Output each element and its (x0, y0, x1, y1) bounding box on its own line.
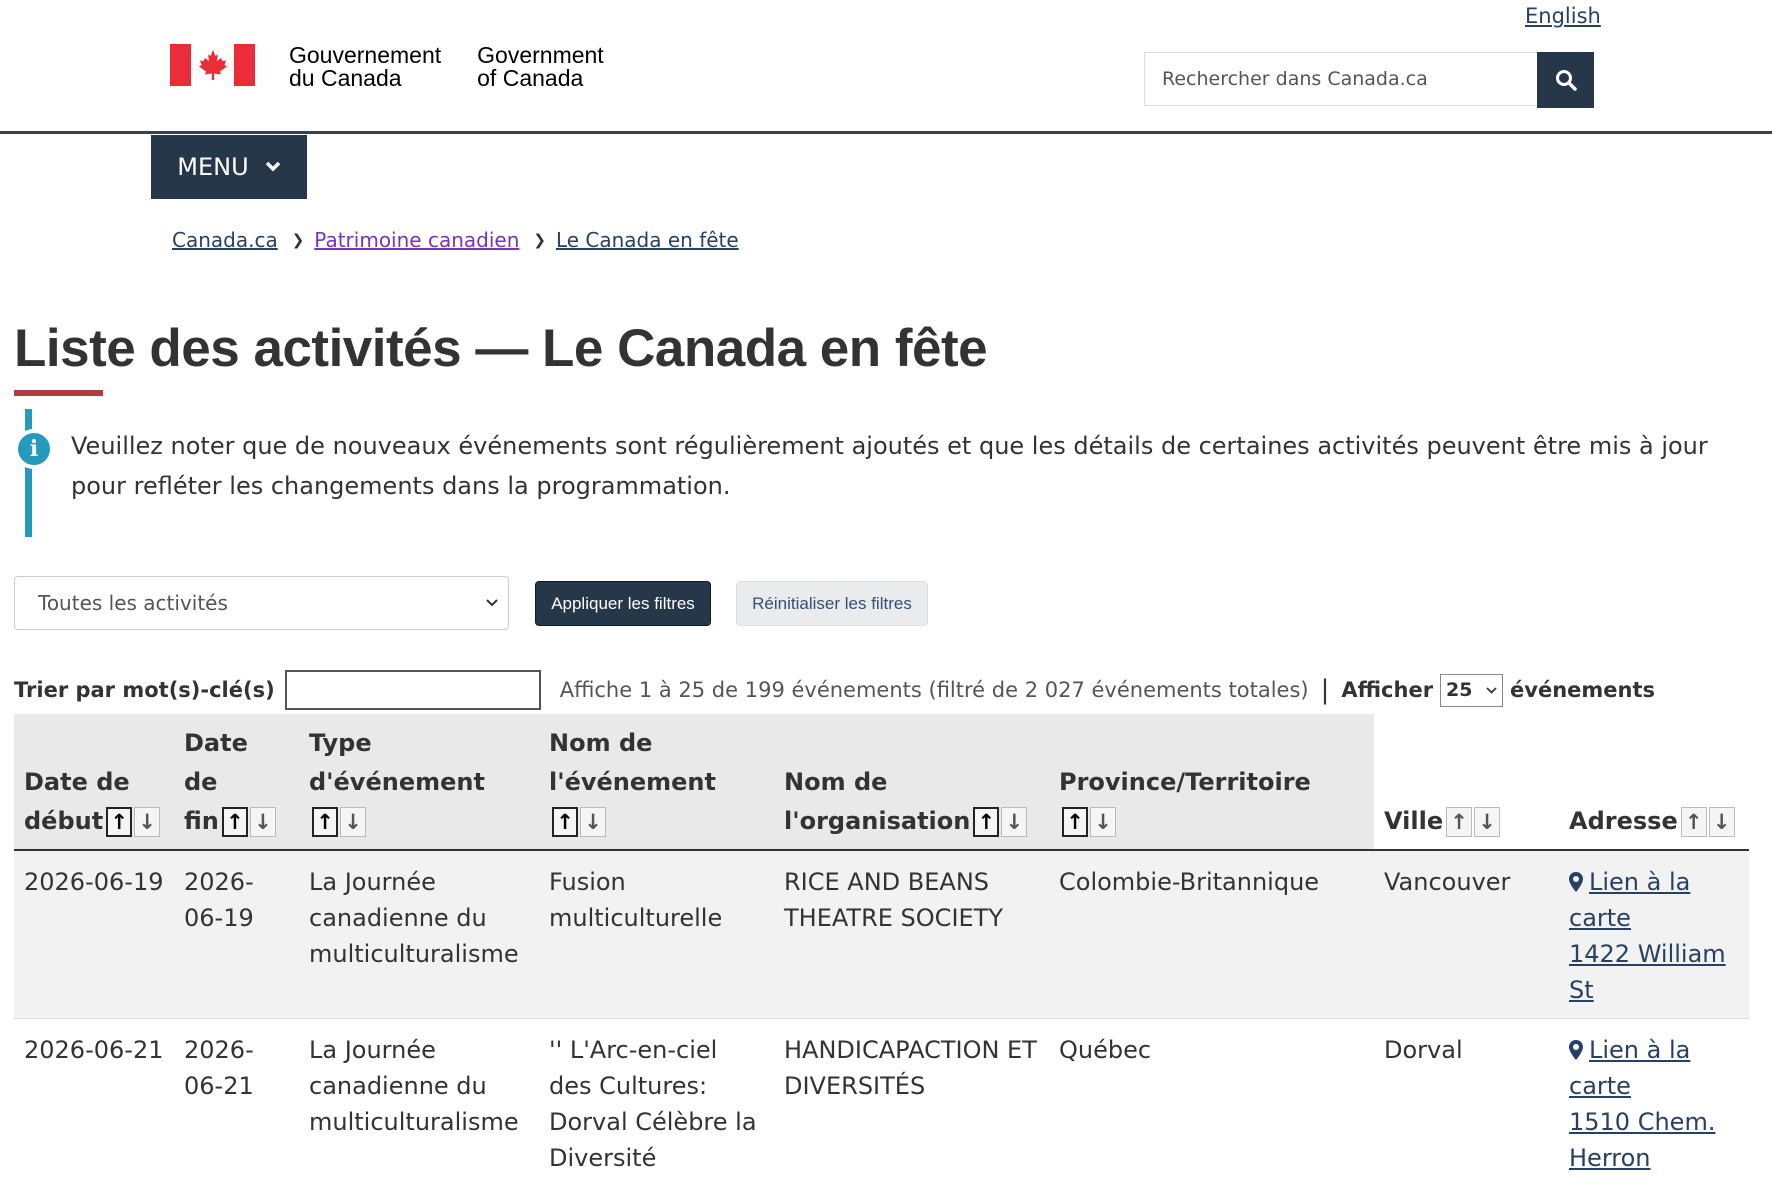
cell-start-date: 2026-06-19 (14, 850, 174, 1019)
sort-descending-icon[interactable]: ↓ (1709, 807, 1735, 837)
table-row: 2026-06-19 2026-06-19 La Journée canadie… (14, 850, 1749, 1019)
sort-controls: ↑↓ (312, 807, 366, 837)
cell-event-name: '' L'Arc-en-ciel des Cultures: Dorval Cé… (539, 1019, 774, 1186)
sort-descending-icon[interactable]: ↓ (250, 807, 276, 837)
breadcrumb-link-canada-day[interactable]: Le Canada en fête (556, 228, 739, 252)
sort-ascending-icon[interactable]: ↑ (973, 807, 999, 837)
title-underline (14, 390, 103, 396)
sort-controls: ↑↓ (222, 807, 276, 837)
sort-controls: ↑↓ (973, 807, 1027, 837)
language-toggle-link[interactable]: English (1525, 4, 1601, 28)
address-text: 1422 William St (1569, 936, 1739, 1008)
column-header-city[interactable]: Ville↑↓ (1374, 714, 1559, 850)
table-row: 2026-06-21 2026-06-21 La Journée canadie… (14, 1019, 1749, 1186)
column-header-province[interactable]: Province/Territoire↑↓ (1049, 714, 1374, 850)
sort-descending-icon[interactable]: ↓ (580, 807, 606, 837)
menu-button[interactable]: MENU (151, 135, 307, 199)
cell-organization: HANDICAPACTION ET DIVERSITÉS (774, 1019, 1049, 1186)
brand-name-english: Government of Canada (477, 44, 604, 90)
sort-ascending-icon[interactable]: ↑ (552, 807, 578, 837)
table-info: Affiche 1 à 25 de 199 événements (filtré… (560, 678, 1309, 702)
keyword-label: Trier par mot(s)-clé(s) (14, 678, 275, 702)
cell-end-date: 2026-06-19 (174, 850, 299, 1019)
map-link[interactable]: Lien à la carte 1422 William St (1569, 868, 1739, 1008)
activity-type-select[interactable]: Toutes les activités (14, 576, 509, 630)
canada-flag-icon (170, 44, 255, 86)
keyword-input[interactable] (285, 670, 541, 710)
sort-descending-icon[interactable]: ↓ (1090, 807, 1116, 837)
sort-controls: ↑↓ (106, 807, 160, 837)
cell-city: Vancouver (1374, 850, 1559, 1019)
sort-controls: ↑↓ (1446, 807, 1500, 837)
cell-event-type: La Journée canadienne du multiculturalis… (299, 850, 539, 1019)
column-header-start-date[interactable]: Date de début↑↓ (14, 714, 174, 850)
search-input[interactable] (1144, 52, 1537, 106)
sort-controls: ↑↓ (552, 807, 606, 837)
column-header-address[interactable]: Adresse↑↓ (1559, 714, 1749, 850)
map-marker-icon (1569, 1040, 1583, 1060)
sort-ascending-icon[interactable]: ↑ (312, 807, 338, 837)
separator: | (1321, 675, 1330, 705)
chevron-right-icon: ❯ (292, 231, 305, 249)
map-marker-icon (1569, 872, 1583, 892)
chevron-down-icon (486, 599, 498, 607)
cell-event-type: La Journée canadienne du multiculturalis… (299, 1019, 539, 1186)
events-table: Date de début↑↓ Date de fin↑↓ Type d'évé… (14, 714, 1749, 1186)
chevron-right-icon: ❯ (533, 231, 546, 249)
cell-address: Lien à la carte 1422 William St (1559, 850, 1749, 1019)
chevron-down-icon (265, 161, 281, 173)
cell-province: Colombie-Britannique (1049, 850, 1374, 1019)
table-controls: Trier par mot(s)-clé(s) Affiche 1 à 25 d… (14, 668, 1655, 712)
header-divider (0, 131, 1772, 134)
length-label-prefix: Afficher (1341, 678, 1433, 702)
breadcrumb-link-canada[interactable]: Canada.ca (172, 228, 278, 252)
breadcrumb: Canada.ca ❯ Patrimoine canadien ❯ Le Can… (172, 228, 739, 252)
sort-ascending-icon[interactable]: ↑ (1681, 807, 1707, 837)
page-length-select[interactable]: 25 (1440, 674, 1503, 707)
breadcrumb-link-heritage[interactable]: Patrimoine canadien (314, 228, 519, 252)
info-icon: i (14, 429, 54, 469)
sort-ascending-icon[interactable]: ↑ (1062, 807, 1088, 837)
sort-ascending-icon[interactable]: ↑ (1446, 807, 1472, 837)
sort-ascending-icon[interactable]: ↑ (222, 807, 248, 837)
sort-descending-icon[interactable]: ↓ (340, 807, 366, 837)
length-label-suffix: événements (1510, 678, 1655, 702)
column-header-end-date[interactable]: Date de fin↑↓ (174, 714, 299, 850)
alert-message: Veuillez noter que de nouveaux événement… (71, 426, 1731, 506)
sort-descending-icon[interactable]: ↓ (134, 807, 160, 837)
cell-organization: RICE AND BEANS THEATRE SOCIETY (774, 850, 1049, 1019)
reset-filters-button[interactable]: Réinitialiser les filtres (736, 581, 928, 626)
sort-descending-icon[interactable]: ↓ (1474, 807, 1500, 837)
column-header-organization[interactable]: Nom de l'organisation↑↓ (774, 714, 1049, 850)
cell-start-date: 2026-06-21 (14, 1019, 174, 1186)
search-button[interactable] (1537, 52, 1594, 108)
table-header-row: Date de début↑↓ Date de fin↑↓ Type d'évé… (14, 714, 1749, 850)
cell-end-date: 2026-06-21 (174, 1019, 299, 1186)
cell-province: Québec (1049, 1019, 1374, 1186)
sort-descending-icon[interactable]: ↓ (1001, 807, 1027, 837)
chevron-down-icon (1486, 687, 1497, 694)
brand-name-french: Gouvernement du Canada (289, 44, 441, 90)
map-link[interactable]: Lien à la carte 1510 Chem. Herron (1569, 1036, 1739, 1176)
page-title: Liste des activités — Le Canada en fête (14, 318, 987, 379)
column-header-event-name[interactable]: Nom de l'événement↑↓ (539, 714, 774, 850)
sort-controls: ↑↓ (1681, 807, 1735, 837)
cell-city: Dorval (1374, 1019, 1559, 1186)
sort-controls: ↑↓ (1062, 807, 1116, 837)
cell-address: Lien à la carte 1510 Chem. Herron (1559, 1019, 1749, 1186)
government-signature[interactable]: Gouvernement du Canada Government of Can… (170, 44, 604, 90)
column-header-event-type[interactable]: Type d'événement↑↓ (299, 714, 539, 850)
search-icon (1555, 69, 1577, 91)
apply-filters-button[interactable]: Appliquer les filtres (535, 581, 711, 626)
cell-event-name: Fusion multiculturelle (539, 850, 774, 1019)
site-search (1144, 52, 1594, 108)
address-text: 1510 Chem. Herron (1569, 1104, 1739, 1176)
sort-ascending-icon[interactable]: ↑ (106, 807, 132, 837)
